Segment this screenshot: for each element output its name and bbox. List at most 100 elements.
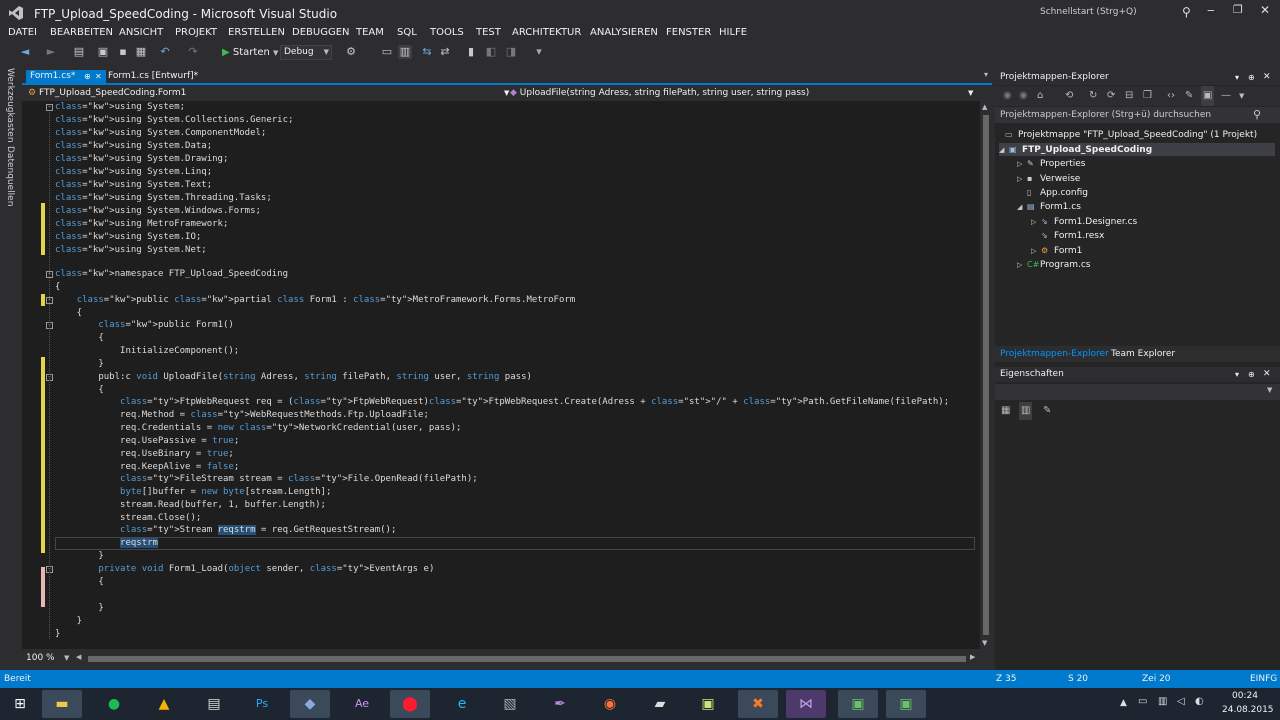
property-pages-icon[interactable]: ✎ bbox=[1043, 402, 1051, 420]
menu-test[interactable]: TEST bbox=[476, 27, 501, 38]
menu-datei[interactable]: DATEI bbox=[8, 27, 37, 38]
notepad-icon[interactable]: ▣ bbox=[688, 690, 728, 718]
menu-bearbeiten[interactable]: BEARBEITEN bbox=[50, 27, 113, 38]
bookmark-prev-icon[interactable]: ⇆ bbox=[420, 45, 434, 59]
tree-item-form1-cs[interactable]: ◢ ▤ Form1.cs bbox=[1017, 200, 1081, 213]
scroll-right-icon[interactable]: ▶ bbox=[970, 653, 975, 661]
forward-icon[interactable]: ► bbox=[44, 45, 58, 59]
menu-projekt[interactable]: PROJEKT bbox=[175, 27, 217, 38]
code-line[interactable]: reqstrm bbox=[55, 537, 158, 550]
xampp-icon[interactable]: ✖ bbox=[738, 690, 778, 718]
expand-arrow-icon[interactable]: ▷ bbox=[1031, 216, 1041, 229]
spotify-icon[interactable]: ● bbox=[94, 690, 134, 718]
photoshop-icon[interactable]: Ps bbox=[242, 690, 282, 718]
collapse-arrow-icon[interactable]: ◢ bbox=[1017, 201, 1027, 214]
feather-icon[interactable]: ✒ bbox=[540, 690, 580, 718]
redo-icon[interactable]: ↷ bbox=[186, 45, 200, 59]
tree-item-form1-resx[interactable]: ⇘ Form1.resx bbox=[1041, 229, 1104, 242]
menu-fenster[interactable]: FENSTER bbox=[666, 27, 711, 38]
close-icon[interactable]: ✕ bbox=[1263, 367, 1271, 382]
tab-overflow-icon[interactable]: ▾ bbox=[984, 70, 988, 79]
minimize-icon[interactable]: ‒ bbox=[1207, 3, 1215, 17]
toolbar-overflow-icon[interactable]: ▾ bbox=[532, 45, 546, 59]
clear-bookmarks-icon[interactable]: ◨ bbox=[504, 45, 518, 59]
home-icon[interactable]: ⌂ bbox=[1037, 86, 1043, 106]
tree-item-program-cs[interactable]: ▷ C#Program.cs bbox=[1017, 258, 1090, 271]
expand-arrow-icon[interactable]: ▷ bbox=[1017, 259, 1027, 272]
file-explorer-icon[interactable]: ▬ bbox=[42, 690, 82, 718]
clock-time[interactable]: 00:24 bbox=[1232, 691, 1258, 701]
recorder-icon[interactable]: ▣ bbox=[886, 690, 926, 718]
expand-arrow-icon[interactable]: ▷ bbox=[1031, 245, 1041, 258]
preview-icon[interactable]: ▣ bbox=[1201, 86, 1215, 106]
toolbox-tab[interactable]: Werkzeugkasten bbox=[5, 68, 15, 143]
close-icon[interactable]: ✕ bbox=[1263, 70, 1271, 85]
search-icon[interactable]: ⚲ bbox=[1182, 5, 1191, 19]
scroll-left-icon[interactable]: ◀ bbox=[76, 653, 81, 661]
properties-object-select[interactable]: ▼ bbox=[995, 384, 1280, 400]
refresh-icon[interactable]: ⟳ bbox=[1107, 86, 1115, 106]
menu-team[interactable]: TEAM bbox=[356, 27, 384, 38]
paint-icon[interactable]: ◆ bbox=[290, 690, 330, 718]
tool-icon[interactable]: ▰ bbox=[640, 690, 680, 718]
alphabetical-icon[interactable]: ▥ bbox=[1019, 402, 1033, 420]
expand-arrow-icon[interactable]: ▷ bbox=[1017, 173, 1027, 186]
camtasia-icon[interactable]: ▣ bbox=[838, 690, 878, 718]
format-icon[interactable]: ▭ bbox=[380, 45, 394, 59]
collapse-toggle[interactable]: - bbox=[46, 104, 53, 111]
view-icon[interactable]: — bbox=[1221, 86, 1231, 106]
tree-item-references[interactable]: ▷ ▪ Verweise bbox=[1017, 172, 1080, 185]
chevron-down-icon[interactable]: ▼ bbox=[64, 654, 69, 662]
volume-icon[interactable]: ◁ bbox=[1177, 696, 1185, 707]
start-button[interactable]: ▶ Starten ▼ bbox=[222, 45, 278, 61]
tree-item-project[interactable]: ◢ ▣ FTP_Upload_SpeedCoding bbox=[999, 143, 1275, 156]
tab-solution-explorer[interactable]: Projektmappen-Explorer bbox=[1000, 346, 1109, 362]
show-all-files-icon[interactable]: ❒ bbox=[1143, 86, 1152, 106]
pin-icon[interactable]: ⊕ bbox=[84, 70, 91, 83]
menu-architektur[interactable]: ARCHITEKTUR bbox=[512, 27, 581, 38]
internet-explorer-icon[interactable]: e bbox=[442, 690, 482, 718]
configuration-select[interactable]: Debug ▼ bbox=[280, 45, 332, 60]
comment-icon[interactable]: ▥ bbox=[398, 45, 412, 59]
view-code-icon[interactable]: ‹› bbox=[1167, 86, 1175, 106]
search-icon[interactable]: ⚲ bbox=[1253, 107, 1261, 123]
open-file-icon[interactable]: ▣ bbox=[96, 45, 110, 59]
properties-wrench-icon[interactable]: ✎ bbox=[1185, 86, 1193, 106]
code-editor[interactable]: - - - - - - class="kw">using System; cla… bbox=[22, 101, 980, 649]
scroll-thumb[interactable] bbox=[983, 115, 989, 635]
scroll-down-icon[interactable]: ▼ bbox=[982, 639, 987, 647]
collapse-arrow-icon[interactable]: ◢ bbox=[999, 144, 1009, 157]
bookmark-next-icon[interactable]: ⇄ bbox=[438, 45, 452, 59]
forward-icon[interactable]: ◉ bbox=[1019, 86, 1028, 106]
zoom-level[interactable]: 100 % bbox=[26, 653, 55, 663]
dropdown-icon[interactable]: ▾ bbox=[1235, 70, 1239, 85]
tab-form1-designer[interactable]: Form1.cs [Entwurf]* bbox=[104, 70, 202, 83]
clock-date[interactable]: 24.08.2015 bbox=[1222, 705, 1274, 715]
action-center-icon[interactable]: ▭ bbox=[1138, 696, 1147, 707]
editor-vertical-scrollbar[interactable]: ▲ ▼ bbox=[980, 101, 992, 649]
menu-debuggen[interactable]: DEBUGGEN bbox=[292, 27, 350, 38]
class-dropdown[interactable]: ⚙ FTP_Upload_SpeedCoding.Form1 ▼ bbox=[28, 87, 509, 100]
tree-item-solution[interactable]: ▭ Projektmappe "FTP_Upload_SpeedCoding" (… bbox=[1005, 128, 1257, 141]
datasources-tab[interactable]: Datenquellen bbox=[5, 146, 15, 206]
menu-analysieren[interactable]: ANALYSIEREN bbox=[590, 27, 658, 38]
attach-icon[interactable]: ⚙ bbox=[344, 45, 358, 59]
windows-start-icon[interactable]: ⊞ bbox=[0, 690, 40, 718]
menu-hilfe[interactable]: HILFE bbox=[719, 27, 747, 38]
menu-sql[interactable]: SQL bbox=[397, 27, 417, 38]
network-icon[interactable]: ▥ bbox=[1158, 696, 1167, 707]
back-icon[interactable]: ◄ bbox=[18, 45, 32, 59]
tree-item-form1-class[interactable]: ▷ ⚙ Form1 bbox=[1031, 244, 1082, 257]
member-dropdown[interactable]: ◆ UploadFile(string Adress, string fileP… bbox=[510, 87, 984, 100]
sync-icon[interactable]: ⟲ bbox=[1065, 86, 1073, 106]
after-effects-icon[interactable]: Ae bbox=[342, 690, 382, 718]
toggle-bookmark-icon[interactable]: ◧ bbox=[484, 45, 498, 59]
solution-search-input[interactable]: Projektmappen-Explorer (Strg+ü) durchsuc… bbox=[995, 107, 1280, 123]
menu-tools[interactable]: TOOLS bbox=[430, 27, 464, 38]
menu-erstellen[interactable]: ERSTELLEN bbox=[228, 27, 285, 38]
pin-icon[interactable]: ⊕ bbox=[1248, 367, 1255, 382]
close-icon[interactable]: ✕ bbox=[1260, 3, 1270, 17]
tab-team-explorer[interactable]: Team Explorer bbox=[1111, 346, 1175, 362]
restore-icon[interactable]: ❐ bbox=[1233, 3, 1243, 16]
firefox-icon[interactable]: ◉ bbox=[590, 690, 630, 718]
